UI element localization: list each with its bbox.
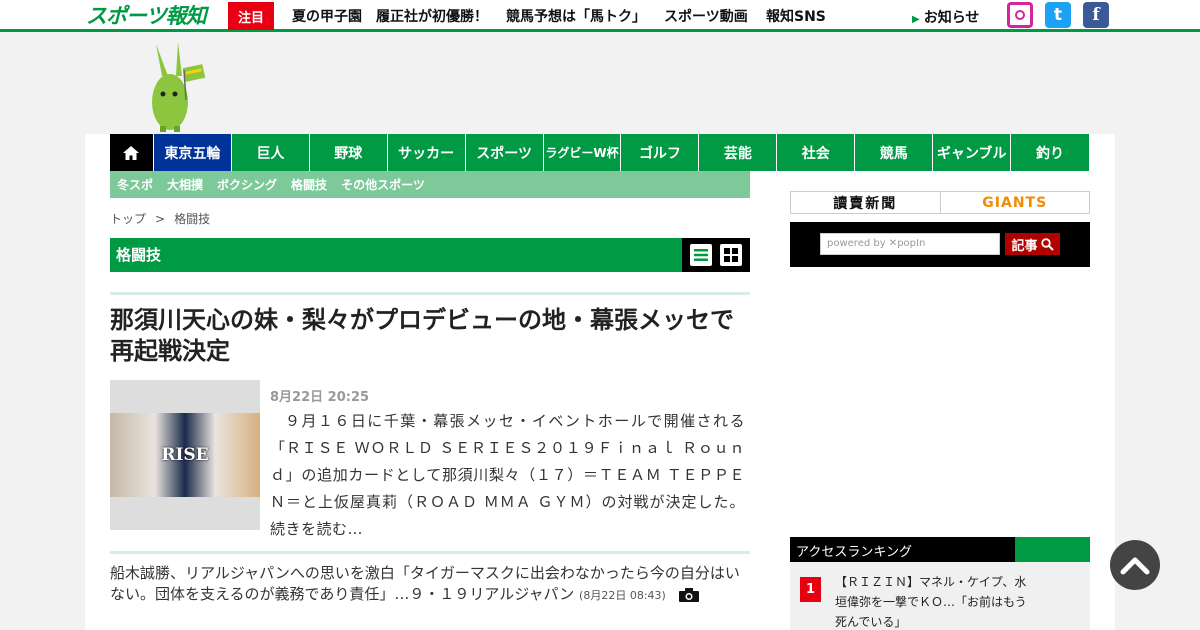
back-to-top-button[interactable] xyxy=(1110,540,1160,590)
article-headline[interactable]: 那須川天心の妹・梨々がプロデビューの地・幕張メッセで再起戦決定 xyxy=(110,305,750,367)
mascot-image xyxy=(148,40,208,132)
breadcrumb-separator: > xyxy=(155,212,166,226)
nav-item-soccer[interactable]: サッカー xyxy=(387,134,466,171)
facebook-icon[interactable]: f xyxy=(1083,2,1109,28)
main-nav: 東京五輪 巨人 野球 サッカー スポーツ ラグビーW杯 ゴルフ 芸能 社会 競馬… xyxy=(110,134,1090,172)
top-bar: スポーツ報知 注目 夏の甲子園 履正社が初優勝！ 競馬予想は「馬トク」 スポーツ… xyxy=(0,0,1200,32)
ranking-title: アクセスランキング xyxy=(796,545,912,560)
thumbnail-image: RISE xyxy=(110,413,260,497)
subnav-item-fighting[interactable]: 格闘技 xyxy=(291,176,327,193)
divider xyxy=(110,551,750,554)
divider xyxy=(110,292,750,295)
notice-label: お知らせ xyxy=(923,10,980,26)
sub-nav: 冬スポ 大相撲 ボクシング 格闘技 その他スポーツ xyxy=(110,171,750,198)
view-toggle xyxy=(682,238,750,272)
search-button-label: 記事 xyxy=(1011,238,1038,254)
breadcrumb-top[interactable]: トップ xyxy=(110,212,146,226)
nav-home[interactable] xyxy=(110,134,154,171)
nav-item-fishing[interactable]: 釣り xyxy=(1011,134,1090,171)
nav-item-rugby[interactable]: ラグビーW杯 xyxy=(543,134,622,171)
camera-icon xyxy=(678,587,699,602)
subnav-item-boxing[interactable]: ボクシング xyxy=(217,176,277,193)
home-icon xyxy=(123,145,140,160)
nav-item-sports[interactable]: スポーツ xyxy=(465,134,544,171)
chumoku-badge: 注目 xyxy=(228,2,274,30)
instagram-icon[interactable] xyxy=(1007,2,1033,28)
article2-date: (8月22日 08:43) xyxy=(579,589,666,602)
breadcrumb: トップ > 格闘技 xyxy=(110,210,210,227)
site-logo[interactable]: スポーツ報知 xyxy=(86,2,208,28)
subnav-item-sumo[interactable]: 大相撲 xyxy=(167,176,203,193)
article-date: 8月22日 20:25 xyxy=(270,390,370,405)
thumbnail-text: RISE xyxy=(161,445,209,465)
nav-item-entertainment[interactable]: 芸能 xyxy=(699,134,778,171)
top-link-koshien[interactable]: 夏の甲子園 xyxy=(292,6,362,26)
triangle-icon: ▶ xyxy=(912,14,920,25)
top-link-rishosha[interactable]: 履正社が初優勝！ xyxy=(376,6,488,26)
search-input[interactable]: powered by ✕popIn xyxy=(820,233,1000,255)
nav-item-giants[interactable]: 巨人 xyxy=(231,134,310,171)
search-button[interactable]: 記事 xyxy=(1005,233,1060,255)
banner-giants[interactable]: GIANTS xyxy=(941,192,1090,213)
top-link-sns[interactable]: 報知SNS xyxy=(766,6,826,26)
ranking-accent xyxy=(1015,537,1090,562)
nav-item-society[interactable]: 社会 xyxy=(777,134,856,171)
article-thumbnail[interactable]: RISE xyxy=(110,380,260,530)
nav-item-gamble[interactable]: ギャンブル xyxy=(933,134,1012,171)
nav-item-golf[interactable]: ゴルフ xyxy=(621,134,700,171)
section-title: 格闘技 xyxy=(116,246,162,264)
rank-number: 1 xyxy=(800,577,821,602)
yomiuri-giants-banner[interactable]: 讀賣新聞 GIANTS xyxy=(790,191,1090,214)
article-list-item[interactable]: 船木誠勝、リアルジャパンへの思いを激白「タイガーマスクに出会わなかったら今の自分… xyxy=(110,563,750,606)
top-link-umatoku[interactable]: 競馬予想は「馬トク」 xyxy=(506,6,646,26)
banner-yomiuri[interactable]: 讀賣新聞 xyxy=(791,192,941,213)
ranking-item[interactable]: 【ＲＩＺＩＮ】マネル・ケイプ、水垣偉弥を一撃でＫＯ…「お前はもう死んでいる」 xyxy=(835,572,1035,630)
subnav-item-winter[interactable]: 冬スポ xyxy=(117,176,153,193)
ranking-header: アクセスランキング xyxy=(790,537,1090,562)
list-view-icon[interactable] xyxy=(690,244,712,266)
search-area: powered by ✕popIn 記事 xyxy=(790,222,1090,267)
nav-item-baseball[interactable]: 野球 xyxy=(309,134,388,171)
nav-item-keiba[interactable]: 競馬 xyxy=(855,134,934,171)
notice-link[interactable]: ▶ お知らせ xyxy=(912,7,979,27)
nav-item-tokyo2020[interactable]: 東京五輪 xyxy=(153,134,232,171)
subnav-item-other[interactable]: その他スポーツ xyxy=(341,176,425,193)
twitter-icon[interactable]: t xyxy=(1045,2,1071,28)
logo-text: スポーツ報知 xyxy=(86,4,207,28)
article-summary[interactable]: ９月１６日に千葉・幕張メッセ・イベントホールで開催される「ＲＩＳＥ ＷＯＲＬＤ … xyxy=(270,408,745,543)
breadcrumb-current: 格闘技 xyxy=(174,212,211,226)
search-icon xyxy=(1040,237,1054,251)
grid-view-icon[interactable] xyxy=(720,244,742,266)
top-link-video[interactable]: スポーツ動画 xyxy=(664,6,748,26)
section-header: 格闘技 xyxy=(110,238,750,272)
chevron-up-icon xyxy=(1120,557,1150,575)
